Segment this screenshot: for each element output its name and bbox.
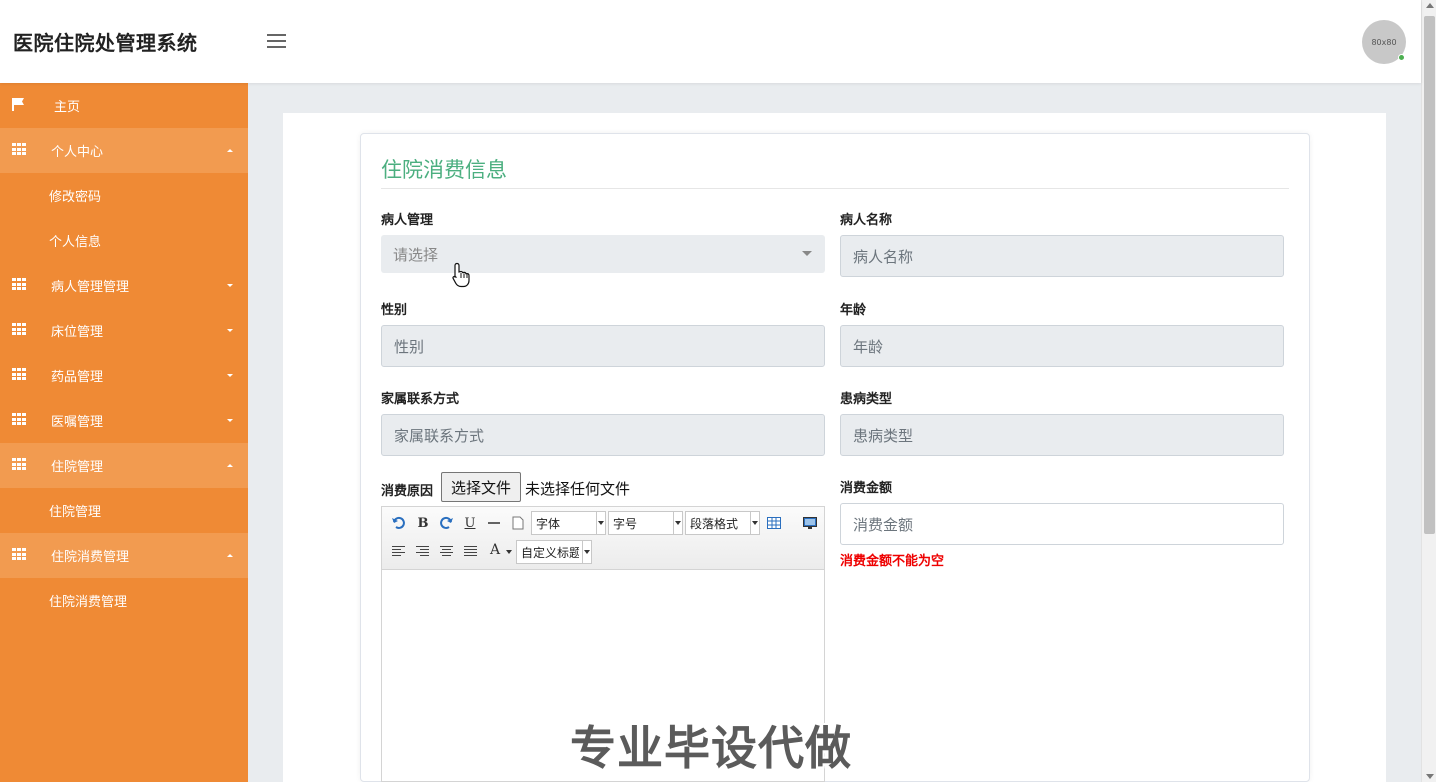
sidebar-item-label: 医嘱管理: [51, 415, 104, 430]
patient-select-label: 病人管理: [381, 213, 434, 228]
top-header: 医院住院处管理系统 80x80: [0, 0, 1421, 83]
font-color-dropdown-icon[interactable]: [506, 550, 512, 554]
chevron-up-icon: [227, 149, 233, 152]
sidebar-item-expense-management[interactable]: 住院消费管理: [0, 533, 248, 578]
watermark-text: 专业毕设代做: [570, 721, 852, 775]
chevron-down-icon: [227, 419, 233, 422]
grid-icon: [12, 278, 26, 291]
hand-cursor-icon: [452, 262, 470, 288]
font-family-select[interactable]: 字体: [531, 511, 606, 535]
reason-label: 消费原因: [381, 484, 434, 499]
undo-icon[interactable]: [389, 514, 407, 532]
disease-type-input[interactable]: 患病类型: [840, 414, 1284, 456]
patient-select[interactable]: 请选择: [381, 235, 825, 273]
chevron-up-icon: [227, 464, 233, 467]
table-icon[interactable]: [765, 514, 783, 532]
chevron-down-icon: [227, 374, 233, 377]
sidebar-subitem-expense[interactable]: 住院消费管理: [0, 578, 248, 623]
gender-input[interactable]: 性别: [381, 325, 825, 367]
age-input[interactable]: 年龄: [840, 325, 1284, 367]
sidebar-item-personal-center[interactable]: 个人中心: [0, 128, 248, 173]
avatar-text: 80x80: [1371, 37, 1397, 47]
redo-icon[interactable]: [438, 514, 456, 532]
sidebar-item-patient-management[interactable]: 病人管理管理: [0, 263, 248, 308]
form-title: 住院消费信息: [381, 158, 507, 182]
grid-icon: [12, 368, 26, 381]
align-left-icon[interactable]: [389, 542, 407, 560]
editor-toolbar: B U 字体 字号 段落格式 A 自定义标题: [382, 507, 824, 570]
underline-button[interactable]: U: [461, 514, 479, 532]
sidebar-item-bed-management[interactable]: 床位管理: [0, 308, 248, 353]
sidebar-item-prescription-management[interactable]: 医嘱管理: [0, 398, 248, 443]
avatar[interactable]: 80x80: [1362, 20, 1406, 64]
grid-icon: [12, 458, 26, 471]
sidebar-item-home[interactable]: 主页: [0, 83, 248, 128]
scroll-up-icon[interactable]: [1426, 3, 1434, 8]
paragraph-format-value: 段落格式: [690, 516, 739, 531]
amount-input[interactable]: 消费金额: [840, 503, 1284, 545]
family-contact-label: 家属联系方式: [381, 392, 460, 407]
flag-icon: [12, 98, 24, 111]
patient-select-placeholder: 请选择: [393, 245, 439, 264]
chevron-up-icon: [227, 554, 233, 557]
app-title: 医院住院处管理系统: [13, 31, 198, 55]
grid-icon: [12, 143, 26, 156]
sidebar-item-label: 个人中心: [51, 145, 104, 160]
family-contact-input[interactable]: 家属联系方式: [381, 414, 825, 456]
sidebar-item-label: 床位管理: [51, 325, 104, 340]
font-color-button[interactable]: A: [486, 541, 504, 559]
sidebar-subitem-hospitalization[interactable]: 住院管理: [0, 488, 248, 533]
paragraph-format-select[interactable]: 段落格式: [685, 511, 760, 535]
sidebar-item-hospitalization-management[interactable]: 住院管理: [0, 443, 248, 488]
chevron-down-icon: [227, 329, 233, 332]
title-divider: [381, 188, 1289, 189]
choose-file-button[interactable]: 选择文件: [441, 472, 521, 502]
file-status-text: 未选择任何文件: [525, 480, 631, 498]
font-family-value: 字体: [536, 516, 561, 531]
bold-button[interactable]: B: [414, 514, 432, 532]
age-label: 年龄: [840, 303, 867, 318]
page-scrollbar[interactable]: [1421, 0, 1436, 782]
horizontal-rule-icon[interactable]: [485, 514, 503, 532]
sidebar-item-label: 病人管理管理: [51, 280, 130, 295]
sidebar-item-label: 药品管理: [51, 370, 104, 385]
sidebar-subitem-change-password[interactable]: 修改密码: [0, 173, 248, 218]
grid-icon: [12, 323, 26, 336]
custom-heading-value: 自定义标题: [521, 545, 579, 560]
preview-icon[interactable]: [801, 514, 819, 532]
sidebar-item-label: 主页: [54, 100, 81, 115]
sidebar-item-medicine-management[interactable]: 药品管理: [0, 353, 248, 398]
disease-type-label: 患病类型: [840, 392, 893, 407]
sidebar-item-label: 住院消费管理: [51, 550, 130, 565]
align-center-icon[interactable]: [437, 542, 455, 560]
sidebar-subitem-personal-info[interactable]: 个人信息: [0, 218, 248, 263]
scroll-down-icon[interactable]: [1426, 774, 1434, 779]
grid-icon: [12, 548, 26, 561]
scroll-thumb[interactable]: [1424, 16, 1435, 534]
amount-error-message: 消费金额不能为空: [840, 554, 945, 569]
align-right-icon[interactable]: [413, 542, 431, 560]
sidebar: 主页 个人中心 修改密码 个人信息 病人管理管理 床位管理 药品管理 医嘱管理 …: [0, 83, 248, 782]
align-justify-icon[interactable]: [461, 542, 479, 560]
gender-label: 性别: [381, 303, 408, 318]
font-size-select[interactable]: 字号: [608, 511, 683, 535]
chevron-down-icon: [227, 284, 233, 287]
patient-name-label: 病人名称: [840, 213, 893, 228]
online-status-dot: [1398, 54, 1405, 61]
amount-label: 消费金额: [840, 481, 893, 496]
grid-icon: [12, 413, 26, 426]
new-document-icon[interactable]: [509, 514, 527, 532]
sidebar-item-label: 住院管理: [51, 460, 104, 475]
chevron-down-icon: [802, 251, 812, 256]
menu-toggle-icon[interactable]: [267, 34, 286, 48]
custom-heading-select[interactable]: 自定义标题: [516, 540, 592, 564]
font-size-value: 字号: [613, 516, 638, 531]
patient-name-input[interactable]: 病人名称: [840, 235, 1284, 277]
